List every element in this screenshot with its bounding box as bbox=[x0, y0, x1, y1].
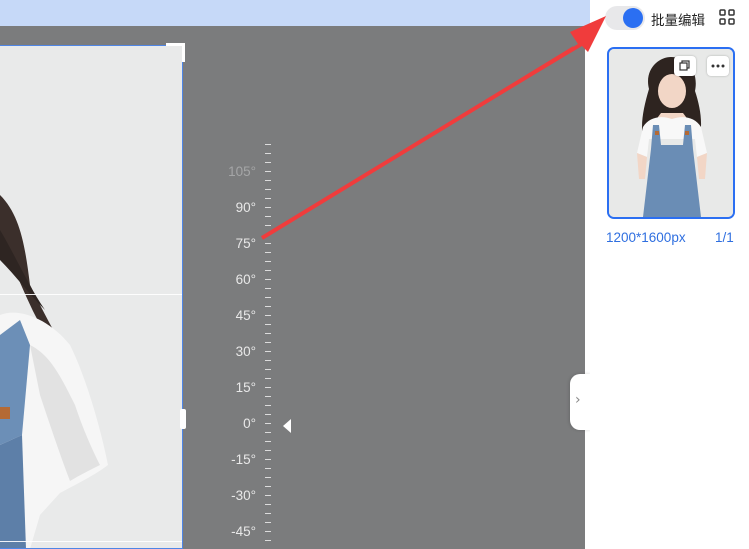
annotation-arrow bbox=[260, 16, 606, 240]
